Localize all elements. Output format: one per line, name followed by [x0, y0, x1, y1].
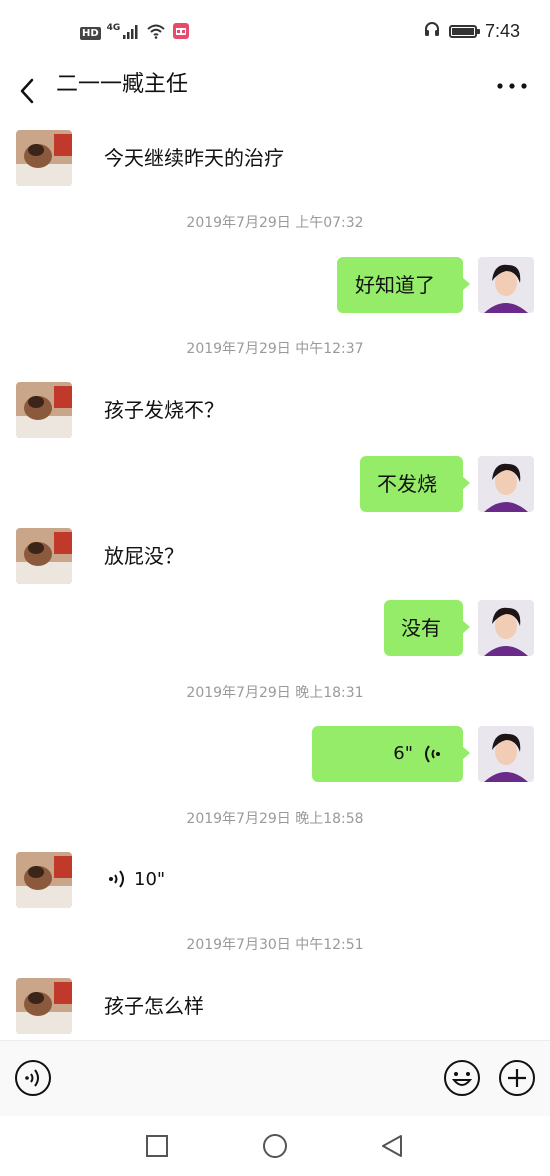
recent-apps-button[interactable] [143, 1132, 171, 1160]
voice-wave-icon [109, 870, 124, 888]
headphone-icon [423, 20, 441, 42]
message-incoming: 孩子发烧不？ [0, 382, 550, 442]
status-time: 7:43 [484, 20, 520, 41]
message-incoming: 放屁没？ [0, 528, 550, 588]
message-outgoing: 不发烧 [0, 456, 550, 516]
emoji-icon [444, 1060, 480, 1096]
status-left: HD 4G [80, 22, 190, 44]
message-incoming-voice: 10" [0, 852, 550, 912]
input-bar [0, 1040, 550, 1117]
more-button[interactable] [492, 72, 532, 100]
status-bar: HD 4G 7:43 [0, 0, 550, 64]
message-bubble[interactable]: 好知道了 [337, 257, 470, 313]
my-avatar[interactable] [478, 257, 534, 313]
triangle-back-icon [382, 1135, 402, 1157]
message-text: 不发烧 [377, 472, 437, 496]
my-avatar[interactable] [478, 726, 534, 782]
voice-duration: 6" [393, 743, 413, 764]
timestamp: 2019年7月29日 中午12:37 [186, 341, 364, 357]
message-outgoing: 没有 [0, 600, 550, 660]
message-incoming: 今天继续昨天的治疗 [0, 130, 550, 190]
back-button[interactable] [14, 70, 42, 110]
message-incoming: 孩子怎么样 [0, 978, 550, 1038]
chat-header: 二一一臧主任 [0, 64, 550, 120]
message-outgoing: 好知道了 [0, 257, 550, 317]
circle-icon [263, 1134, 287, 1158]
plus-icon [499, 1060, 535, 1096]
message-text[interactable]: 孩子怎么样 [104, 992, 204, 1020]
nav-back-button[interactable] [379, 1132, 407, 1160]
contact-avatar[interactable] [16, 852, 72, 908]
emoji-button[interactable] [442, 1058, 482, 1098]
battery-icon [448, 24, 480, 38]
more-functions-button[interactable] [497, 1058, 537, 1098]
message-outgoing-voice: 6" [0, 726, 550, 786]
voice-message-bubble[interactable]: 6" [312, 726, 470, 782]
chat-title: 二一一臧主任 [56, 72, 189, 97]
message-bubble[interactable]: 不发烧 [360, 456, 470, 512]
timestamp: 2019年7月29日 晚上18:58 [186, 811, 364, 827]
voice-message-bubble[interactable]: 10" [108, 868, 165, 890]
home-button[interactable] [261, 1132, 289, 1160]
my-avatar[interactable] [478, 456, 534, 512]
system-nav-bar [0, 1116, 550, 1176]
chevron-left-icon [20, 78, 34, 104]
contact-avatar[interactable] [16, 978, 72, 1034]
voice-mode-button[interactable] [13, 1058, 53, 1098]
message-text[interactable]: 放屁没？ [104, 542, 184, 570]
voice-duration: 10" [134, 868, 166, 890]
message-bubble[interactable]: 没有 [384, 600, 470, 656]
message-text: 没有 [401, 616, 441, 640]
signal-icon [122, 24, 140, 43]
square-icon [146, 1135, 168, 1157]
contact-avatar[interactable] [16, 382, 72, 438]
status-right: 7:43 [423, 20, 520, 42]
wifi-icon [146, 23, 166, 43]
my-avatar[interactable] [478, 600, 534, 656]
app-notification-icon [172, 22, 190, 44]
message-text[interactable]: 孩子发烧不？ [104, 396, 224, 424]
timestamp: 2019年7月29日 上午07:32 [186, 215, 364, 231]
voice-mode-icon [15, 1060, 51, 1096]
contact-avatar[interactable] [16, 130, 72, 186]
message-text: 好知道了 [355, 273, 435, 297]
timestamp: 2019年7月29日 晚上18:31 [186, 685, 364, 701]
timestamp: 2019年7月30日 中午12:51 [186, 937, 364, 953]
hd-badge: HD [80, 26, 101, 40]
more-horizontal-icon [497, 83, 527, 89]
network-type: 4G [106, 23, 121, 33]
voice-wave-icon [425, 745, 440, 763]
contact-avatar[interactable] [16, 528, 72, 584]
message-text[interactable]: 今天继续昨天的治疗 [104, 144, 284, 172]
message-list[interactable]: 今天继续昨天的治疗 2019年7月29日 上午07:32 好知道了 2019年7… [0, 120, 550, 1040]
